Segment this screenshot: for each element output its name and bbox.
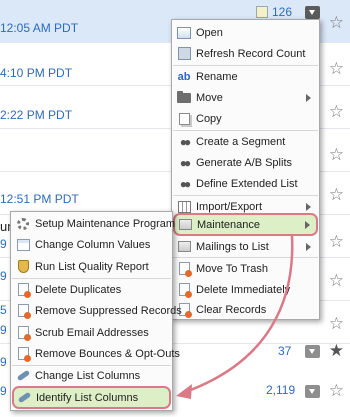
row-menu-button[interactable] (305, 6, 320, 19)
record-count[interactable]: 37 (278, 344, 291, 358)
submenu-item-delete-duplicates[interactable]: Delete Duplicates (11, 279, 172, 301)
submenu-arrow-icon (305, 220, 310, 229)
star-icon[interactable]: ☆ (329, 272, 344, 289)
submenu-arrow-icon (306, 202, 311, 211)
doc-icon (177, 262, 192, 278)
star-filled-icon[interactable]: ★ (329, 342, 344, 359)
gear-icon (16, 217, 30, 231)
row-time: 12:05 AM PDT (0, 21, 79, 35)
maintenance-submenu: Setup Maintenance Program Change Column … (10, 211, 182, 411)
doc-icon (16, 347, 31, 363)
submenu-item-identify-list-columns[interactable]: Identify List Columns (12, 386, 171, 409)
grid-icon (177, 200, 191, 214)
menu-item-open[interactable]: Open (172, 22, 319, 44)
star-icon[interactable]: ☆ (329, 186, 344, 203)
menu-item-maintenance[interactable]: Maintenance (173, 213, 318, 236)
star-icon[interactable]: ☆ (329, 14, 344, 31)
box-icon (177, 240, 191, 254)
folder-icon (177, 90, 191, 105)
doc-icon (16, 283, 31, 299)
row-menu-button[interactable] (305, 385, 320, 398)
people-icon: ●● (179, 176, 191, 191)
record-count[interactable]: 126 (272, 5, 292, 19)
doc-icon (16, 304, 31, 320)
menu-item-generate-ab-splits[interactable]: ●● Generate A/B Splits (172, 152, 319, 174)
row-name-fragment: 5 (0, 303, 7, 317)
context-menu: Open Refresh Record Count ab Rename Move… (171, 19, 320, 320)
doc-icon (16, 326, 31, 342)
menu-item-create-a-segment[interactable]: ●● Create a Segment (172, 131, 319, 153)
row-time: 4:10 PM PDT (0, 66, 73, 80)
row-time: 12:51 PM PDT (0, 192, 79, 206)
star-icon[interactable]: ☆ (329, 60, 344, 77)
row-menu-button[interactable] (305, 345, 320, 358)
row-time: 2:22 PM PDT (0, 108, 73, 122)
menu-item-move[interactable]: Move (172, 87, 319, 109)
row-name-fragment: 9 (0, 355, 7, 369)
menu-item-refresh-record-count[interactable]: Refresh Record Count (172, 43, 319, 65)
row-name-fragment: 9 (0, 384, 7, 398)
submenu-arrow-icon (306, 242, 311, 251)
people-icon: ●● (179, 155, 191, 170)
menu-item-mailings-to-list[interactable]: Mailings to List (172, 236, 319, 258)
shield-icon (16, 260, 30, 274)
open-icon (177, 26, 191, 40)
star-icon[interactable]: ☆ (329, 103, 344, 120)
menu-item-clear-records[interactable]: Clear Records (172, 299, 319, 321)
row-name-fragment: 9 (0, 269, 7, 283)
menu-item-delete-immediately[interactable]: Delete Immediately (172, 279, 319, 301)
row-name-fragment: 9 (0, 323, 7, 337)
menu-item-copy[interactable]: Copy (172, 108, 319, 130)
refresh-icon (177, 47, 191, 61)
people-icon: ●● (179, 134, 191, 149)
sheet-icon (16, 238, 30, 252)
menu-item-move-to-trash[interactable]: Move To Trash (172, 258, 319, 280)
rename-icon: ab (177, 70, 191, 83)
star-icon[interactable]: ☆ (329, 233, 344, 250)
copy-icon (177, 112, 191, 126)
box-icon (178, 218, 192, 232)
submenu-item-change-column-values[interactable]: Change Column Values (11, 234, 172, 256)
submenu-item-remove-bounces-opt-outs[interactable]: Remove Bounces & Opt-Outs (11, 343, 180, 365)
doc-icon (177, 283, 192, 299)
menu-item-define-extended-list[interactable]: ●● Define Extended List (172, 173, 319, 195)
key-icon (16, 369, 30, 383)
submenu-item-setup-maintenance-program[interactable]: Setup Maintenance Program (11, 213, 175, 235)
submenu-item-remove-suppressed-records[interactable]: Remove Suppressed Records (11, 300, 182, 322)
star-icon[interactable]: ☆ (329, 146, 344, 163)
record-count[interactable]: 2,119 (266, 383, 295, 397)
submenu-item-change-list-columns[interactable]: Change List Columns (11, 365, 172, 387)
star-icon[interactable]: ☆ (329, 382, 344, 399)
submenu-item-scrub-email-addresses[interactable]: Scrub Email Addresses (11, 322, 172, 344)
row-name-fragment: 9 (0, 237, 7, 251)
key-icon (17, 391, 31, 405)
list-doc-icon (256, 6, 268, 18)
submenu-item-run-list-quality-report[interactable]: Run List Quality Report (11, 256, 172, 278)
submenu-arrow-icon (306, 93, 311, 102)
menu-item-rename[interactable]: ab Rename (172, 66, 319, 88)
